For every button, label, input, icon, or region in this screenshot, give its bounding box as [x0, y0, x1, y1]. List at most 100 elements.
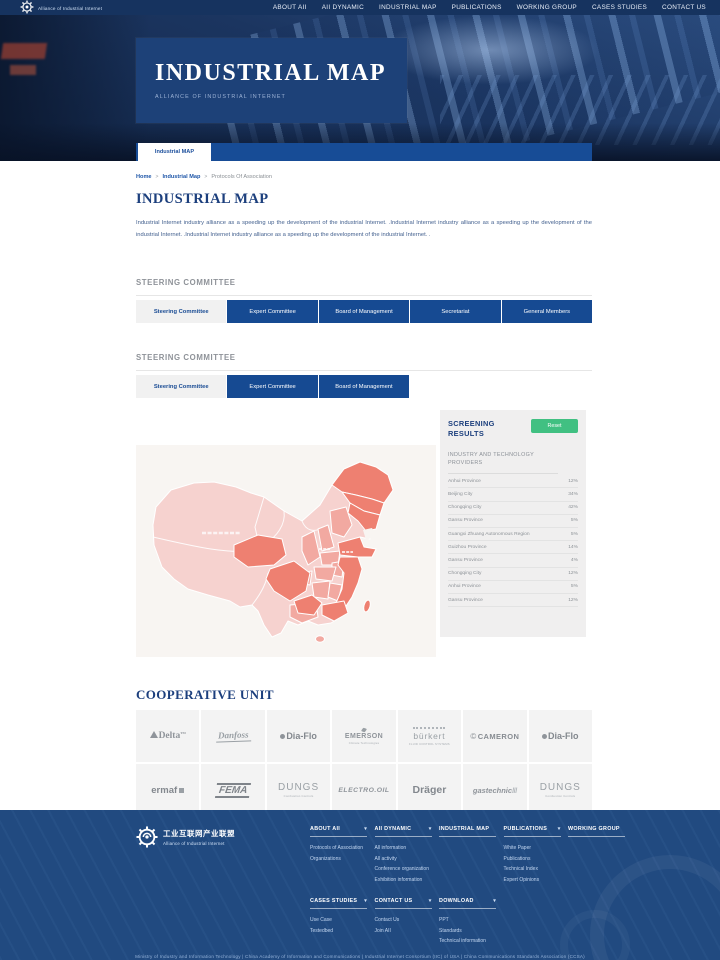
footer-col-contact: CONTACT US▾ Contact Us Join AII	[375, 898, 440, 944]
partner-logo-diaflo[interactable]: Dia-Flo	[267, 710, 330, 762]
footer-link[interactable]: Standards	[439, 928, 504, 934]
emerson-mark-icon	[361, 727, 367, 732]
section-title: STEERING COMMITTEE	[136, 278, 236, 287]
breadcrumb-section[interactable]: Industrial Map	[162, 174, 200, 180]
partner-logo-dungs[interactable]: DUNGSCombustion Controls	[529, 764, 592, 816]
nav-item-about[interactable]: ABOUT AII	[273, 4, 307, 11]
footer-col-header-contact[interactable]: CONTACT US▾	[375, 898, 432, 909]
tab-steering-committee[interactable]: Steering Committee	[136, 300, 226, 323]
partner-logo-cameron[interactable]: ©CAMERON	[463, 710, 526, 762]
footer-col-working-group: WORKING GROUP	[568, 826, 633, 883]
footer-col-header-about[interactable]: ABOUT AII▾	[310, 826, 367, 837]
site-logo[interactable]: Alliance of Industrial Internet	[20, 0, 102, 14]
screening-row[interactable]: Guangxi Zhuang Autonomous Region5%	[448, 528, 578, 541]
province-value: 5%	[571, 584, 578, 589]
tab-steering-committee[interactable]: Steering Committee	[136, 375, 226, 398]
hero-title-panel: INDUSTRIAL MAP ALLIANCE OF INDUSTRIAL IN…	[136, 38, 407, 123]
footer-link[interactable]: Testedbed	[310, 928, 375, 934]
footer-partners-line[interactable]: Ministry of Industry and Information Tec…	[0, 954, 720, 959]
tab-expert-committee[interactable]: Expert Committee	[227, 300, 317, 323]
footer-logo[interactable]: 工业互联网产业联盟 Alliance of Industrial Interne…	[136, 826, 235, 848]
section-title: STEERING COMMITTEE	[136, 353, 236, 362]
partner-logo-emerson[interactable]: EMERSONClimate Technologies	[332, 710, 395, 762]
footer-link[interactable]: Protocols of Association	[310, 845, 375, 851]
chevron-down-icon: ▾	[558, 826, 561, 832]
footer-col-header-publications[interactable]: PUBLICATIONS▾	[504, 826, 561, 837]
page-title: INDUSTRIAL MAP	[136, 191, 592, 208]
footer-col-header-download[interactable]: DOWNLOAD▾	[439, 898, 496, 909]
tab-board-of-management[interactable]: Board of Management	[319, 375, 409, 398]
nav-item-publications[interactable]: PUBLICATIONS	[452, 4, 502, 11]
province-value: 12%	[568, 479, 578, 484]
footer-col-header-working-group[interactable]: WORKING GROUP	[568, 826, 625, 837]
province-name: Gansu Province	[448, 598, 483, 603]
footer-col-about: ABOUT AII▾ Protocols of Association Orga…	[310, 826, 375, 883]
footer-link[interactable]: Join AII	[375, 928, 440, 934]
partner-logo-diaflo[interactable]: Dia-Flo	[529, 710, 592, 762]
footer-link[interactable]: Contact Us	[375, 917, 440, 923]
partner-logo-ermaf[interactable]: ermaf	[136, 764, 199, 816]
nav-item-contact[interactable]: CONTACT US	[662, 4, 706, 11]
screening-row[interactable]: Gansu Province 5%	[448, 515, 578, 528]
tab-secretariat[interactable]: Secretariat	[410, 300, 500, 323]
nav-item-working-group[interactable]: WORKING GROUP	[517, 4, 577, 11]
partner-logo-dungs[interactable]: DUNGSCombustion Controls	[267, 764, 330, 816]
chevron-down-icon: ▾	[364, 826, 367, 832]
partner-logo-danfoss[interactable]: Danfoss	[201, 710, 264, 762]
tab-board-of-management[interactable]: Board of Management	[319, 300, 409, 323]
screening-row[interactable]: Beijing City34%	[448, 488, 578, 501]
breadcrumb-separator: >	[156, 174, 159, 180]
screening-row[interactable]: Anhui Province5%	[448, 581, 578, 594]
screening-row[interactable]: Anhui Province12%	[448, 475, 578, 488]
tab-expert-committee[interactable]: Expert Committee	[227, 375, 317, 398]
screening-row[interactable]: Chongqing City 42%	[448, 502, 578, 515]
footer-link[interactable]: Technical information	[439, 938, 504, 944]
main-content: Home > Industrial Map > Protocols Of Ass…	[136, 161, 592, 816]
breadcrumb-home[interactable]: Home	[136, 174, 152, 180]
footer-link[interactable]: Technical Index	[504, 866, 569, 872]
intro-paragraph: Industrial Internet industry alliance as…	[136, 217, 592, 241]
square-icon	[179, 788, 184, 793]
footer-link[interactable]: PPT	[439, 917, 504, 923]
chevron-down-icon: ▾	[364, 898, 367, 904]
partner-logo-delta[interactable]: DeltaTM	[136, 710, 199, 762]
screening-row[interactable]: Gansu Province4%	[448, 554, 578, 567]
footer-col-header-cases[interactable]: CASES STUDIES▾	[310, 898, 367, 909]
province-name: Gansu Province	[448, 518, 483, 523]
section-header-steering-1: STEERING COMMITTEE	[136, 272, 592, 296]
china-choropleth-map[interactable]	[136, 445, 436, 657]
footer-link[interactable]: Exhibition information	[375, 877, 440, 883]
province-name: Chongqing City	[448, 505, 481, 510]
province-value: 12%	[568, 598, 578, 603]
footer-link[interactable]: Expert Opinions	[504, 877, 569, 883]
reset-button[interactable]: Reset	[531, 419, 578, 433]
footer-link[interactable]: Publications	[504, 856, 569, 862]
province-value: 42%	[568, 505, 578, 510]
footer-link[interactable]: White Paper	[504, 845, 569, 851]
screening-row[interactable]: Gansu Province 12%	[448, 594, 578, 607]
screening-row[interactable]: Guizhou Province14%	[448, 541, 578, 554]
nav-item-cases-studies[interactable]: CASES STUDIES	[592, 4, 647, 11]
screening-row[interactable]: Chongqing City12%	[448, 568, 578, 581]
nav-item-industrial-map[interactable]: INDUSTRIAL MAP	[379, 4, 437, 11]
hero-title: INDUSTRIAL MAP	[155, 60, 407, 87]
footer-link[interactable]: All information	[375, 845, 440, 851]
screening-list: Anhui Province12% Beijing City34% Chongq…	[448, 475, 578, 607]
province-value: 4%	[571, 558, 578, 563]
partner-logo-gastechnic[interactable]: gastechnic///	[463, 764, 526, 816]
partner-logo-electro-oil[interactable]: ELECTRO.OIL	[332, 764, 395, 816]
screening-header: SCREENING RESULTS Reset	[448, 419, 578, 439]
nav-item-dynamic[interactable]: AII DYNAMIC	[322, 4, 364, 11]
province-value: 5%	[571, 518, 578, 523]
partner-logo-fema[interactable]: FEMA	[201, 764, 264, 816]
hero-tab-industrial-map[interactable]: Industrial MAP	[138, 143, 211, 161]
footer-link[interactable]: Use Case	[310, 917, 375, 923]
footer-link[interactable]: Organizations	[310, 856, 375, 862]
partner-logo-burkert[interactable]: bürkertFLUID CONTROL SYSTEMS	[398, 710, 461, 762]
tab-general-members[interactable]: General Members	[502, 300, 592, 323]
partner-logo-drager[interactable]: Dräger	[398, 764, 461, 816]
footer-link[interactable]: Conference organization	[375, 866, 440, 872]
footer-link[interactable]: All activity	[375, 856, 440, 862]
footer-col-header-dynamic[interactable]: AII DYNAMIC▾	[375, 826, 432, 837]
footer-col-header-industrial-map[interactable]: INDUSTRIAL MAP	[439, 826, 496, 837]
